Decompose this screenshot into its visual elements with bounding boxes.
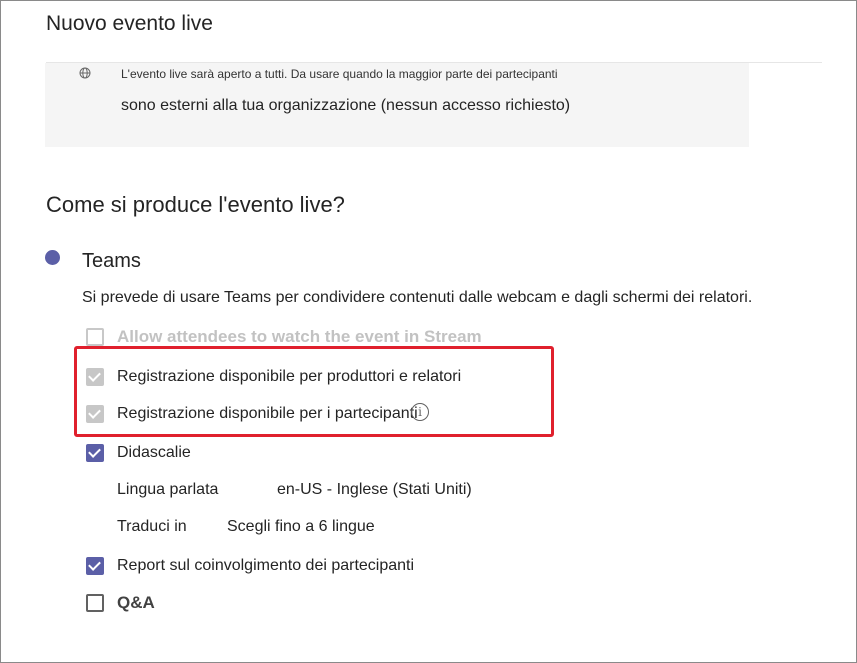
teams-radio-selected[interactable]	[45, 250, 60, 265]
recording-attendees-checkbox	[86, 405, 104, 423]
qa-label[interactable]: Q&A	[117, 593, 155, 613]
stream-option-row: Allow attendees to watch the event in St…	[86, 327, 482, 347]
report-row[interactable]: Report sul coinvolgimento dei partecipan…	[86, 556, 414, 576]
recording-producers-row: Registrazione disponibile per produttori…	[86, 367, 461, 387]
permissions-description-line-2: sono esterni alla tua organizzazione (ne…	[121, 97, 571, 114]
report-label[interactable]: Report sul coinvolgimento dei partecipan…	[117, 557, 414, 575]
permissions-description-line-1: L'evento live sarà aperto a tutti. Da us…	[121, 67, 558, 81]
globe-icon	[79, 67, 91, 79]
teams-radio-label[interactable]: Teams	[82, 250, 141, 273]
captions-row[interactable]: Didascalie	[86, 443, 191, 463]
stream-checkbox	[86, 328, 104, 346]
translate-label: Traduci in	[117, 518, 187, 535]
translate-languages-dropdown[interactable]: Scegli fino a 6 lingue	[227, 518, 375, 536]
recording-producers-checkbox	[86, 368, 104, 386]
captions-label[interactable]: Didascalie	[117, 444, 191, 462]
recording-attendees-label: Registrazione disponibile per i partecip…	[117, 405, 418, 422]
recording-producers-label: Registrazione disponibile per produttori…	[117, 368, 462, 385]
spoken-language-dropdown[interactable]: en-US - Inglese (Stati Uniti)	[277, 481, 472, 499]
qa-checkbox[interactable]	[86, 594, 104, 612]
recording-attendees-row: Registrazione disponibile per i partecip…	[86, 404, 418, 424]
qa-row[interactable]: Q&A	[86, 593, 155, 613]
page-title: Nuovo evento live	[46, 12, 213, 35]
production-heading: Come si produce l'evento live?	[46, 192, 345, 217]
captions-checkbox[interactable]	[86, 444, 104, 462]
info-icon[interactable]: i	[411, 403, 429, 421]
report-checkbox[interactable]	[86, 557, 104, 575]
spoken-language-label: Lingua parlata	[117, 481, 219, 498]
teams-description: Si prevede di usare Teams per condivider…	[82, 289, 753, 306]
stream-option-label: Allow attendees to watch the event in St…	[117, 327, 482, 346]
